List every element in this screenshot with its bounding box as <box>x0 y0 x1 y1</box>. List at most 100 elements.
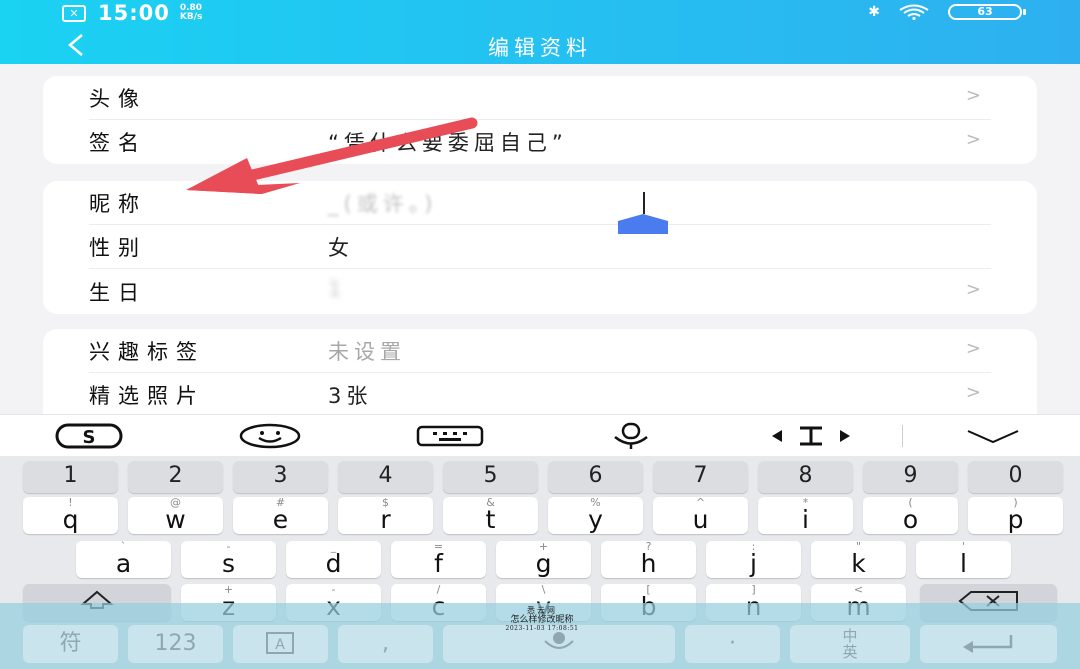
key-letter: i <box>802 505 809 534</box>
nickname-input[interactable]: _(或许。) <box>328 188 668 218</box>
photos-value: 3张 <box>328 384 373 408</box>
row-avatar[interactable]: 头像 > <box>43 76 1037 120</box>
toolbar-separator <box>902 425 903 447</box>
signature-label: 签名 <box>89 131 147 155</box>
status-bar: ✕ 15:00 0.80 KB/s ✱ 63 <box>0 0 1080 26</box>
row-nickname[interactable]: 昵称 _(或许。) <box>43 181 1037 225</box>
svg-text:S: S <box>83 427 96 448</box>
row-interests[interactable]: 兴趣标签 未设置 > <box>43 329 1037 373</box>
row-gender[interactable]: 性别 女 <box>43 225 1037 269</box>
number-key-label: 1 <box>63 463 78 488</box>
letter-key[interactable]: ^ u <box>653 497 748 534</box>
number-key[interactable]: 9 <box>863 461 958 493</box>
collapse-keyboard-icon[interactable] <box>964 419 1022 453</box>
row-signature[interactable]: 签名 “凭什么要委屈自己” > <box>43 120 1037 164</box>
letter-key[interactable]: $ r <box>338 497 433 534</box>
row-photos[interactable]: 精选照片 3张 > <box>43 373 1037 417</box>
chevron-right-icon: > <box>965 279 981 300</box>
profile-card-identity: 昵称 _(或许。) 性别 女 生日 1 > <box>43 181 1037 314</box>
letter-key[interactable]: * i <box>758 497 853 534</box>
letter-key[interactable]: ` a <box>76 541 171 578</box>
letter-key[interactable]: ? h <box>601 541 696 578</box>
svg-text:A: A <box>275 637 285 653</box>
letter-key[interactable]: _ d <box>286 541 381 578</box>
numbers-key[interactable]: 123 <box>128 625 223 663</box>
number-key[interactable]: 1 <box>23 461 118 493</box>
letter-key[interactable]: & t <box>443 497 538 534</box>
avatar-label: 头像 <box>89 87 147 111</box>
key-letter: j <box>750 549 757 578</box>
number-key-label: 2 <box>168 463 183 488</box>
birthday-value: 1 <box>328 277 347 301</box>
letter-key[interactable]: ) p <box>968 497 1063 534</box>
key-letter: e <box>272 505 289 534</box>
number-key[interactable]: 7 <box>653 461 748 493</box>
chevron-right-icon: > <box>965 85 981 106</box>
sogou-logo-icon[interactable]: S <box>52 419 126 453</box>
letter-key[interactable]: # e <box>233 497 328 534</box>
key-letter: t <box>485 505 496 534</box>
profile-card-basic: 头像 > 签名 “凭什么要委屈自己” > <box>43 76 1037 164</box>
symbols-key[interactable]: 符 <box>23 625 118 663</box>
watermark-line3: 2023-11-03 17:08:51 <box>505 625 579 632</box>
letter-key[interactable]: -s <box>181 541 276 578</box>
keyboard-icon[interactable] <box>412 419 488 453</box>
chevron-right-icon: > <box>965 129 981 150</box>
period-key[interactable]: · <box>685 625 780 663</box>
key-letter: h <box>640 549 657 578</box>
number-key[interactable]: 5 <box>443 461 538 493</box>
number-key[interactable]: 4 <box>338 461 433 493</box>
gender-label: 性别 <box>89 236 147 260</box>
comma-key[interactable]: , <box>338 625 433 663</box>
key-letter: r <box>380 505 391 534</box>
signature-value: “凭什么要委屈自己” <box>328 131 568 155</box>
key-letter: f <box>434 549 443 578</box>
letter-key[interactable]: ! q <box>23 497 118 534</box>
lang-bottom-label: 英 <box>842 643 858 661</box>
interests-label: 兴趣标签 <box>89 340 205 364</box>
number-key[interactable]: 6 <box>548 461 643 493</box>
letter-key[interactable]: (o <box>863 497 958 534</box>
enter-key[interactable] <box>920 625 1057 663</box>
period-key-label: · <box>729 631 736 656</box>
number-key-label: 8 <box>798 463 813 488</box>
language-switch-key[interactable]: A <box>233 625 328 663</box>
key-letter: u <box>692 505 709 534</box>
number-key-label: 6 <box>588 463 603 488</box>
emoji-icon[interactable] <box>234 419 306 453</box>
battery-icon: 63 <box>948 4 1026 20</box>
chevron-right-icon: > <box>965 382 981 403</box>
letter-key[interactable]: + g <box>496 541 591 578</box>
letter-key[interactable]: @ w <box>128 497 223 534</box>
chinese-english-key[interactable]: 中 英 <box>790 625 910 663</box>
letter-key[interactable]: " k <box>811 541 906 578</box>
watermark-line1: 悉云网 <box>527 606 557 615</box>
key-letter: g <box>535 549 552 578</box>
number-key[interactable]: 2 <box>128 461 223 493</box>
microphone-icon[interactable] <box>608 419 654 453</box>
cursor-move-icon[interactable] <box>770 419 852 453</box>
row-birthday[interactable]: 生日 1 > <box>43 270 1037 314</box>
gender-value: 女 <box>328 236 354 260</box>
number-key[interactable]: 8 <box>758 461 853 493</box>
letter-key[interactable]: % y <box>548 497 643 534</box>
status-right: ✱ 63 <box>868 4 1026 20</box>
input-mode-icon: A <box>265 632 294 654</box>
cursor-handle[interactable] <box>618 214 668 234</box>
number-key-label: 3 <box>273 463 288 488</box>
app-header: ✕ 15:00 0.80 KB/s ✱ 63 编辑资料 <box>0 0 1080 64</box>
watermark-line2: 怎么样修改昵称 <box>510 615 574 625</box>
letter-key[interactable]: ' l <box>916 541 1011 578</box>
letter-key[interactable]: = f <box>391 541 486 578</box>
nickname-label: 昵称 <box>89 192 147 216</box>
wifi-icon <box>899 4 929 20</box>
numbers-key-label: 123 <box>154 631 197 656</box>
text-cursor <box>643 192 645 214</box>
net-speed-unit: KB/s <box>179 12 203 22</box>
comma-key-label: , <box>382 631 389 656</box>
bluetooth-icon: ✱ <box>868 4 880 20</box>
letter-key[interactable]: :j <box>706 541 801 578</box>
number-key[interactable]: 3 <box>233 461 328 493</box>
chevron-right-icon: > <box>965 338 981 359</box>
number-key[interactable]: 0 <box>968 461 1063 493</box>
